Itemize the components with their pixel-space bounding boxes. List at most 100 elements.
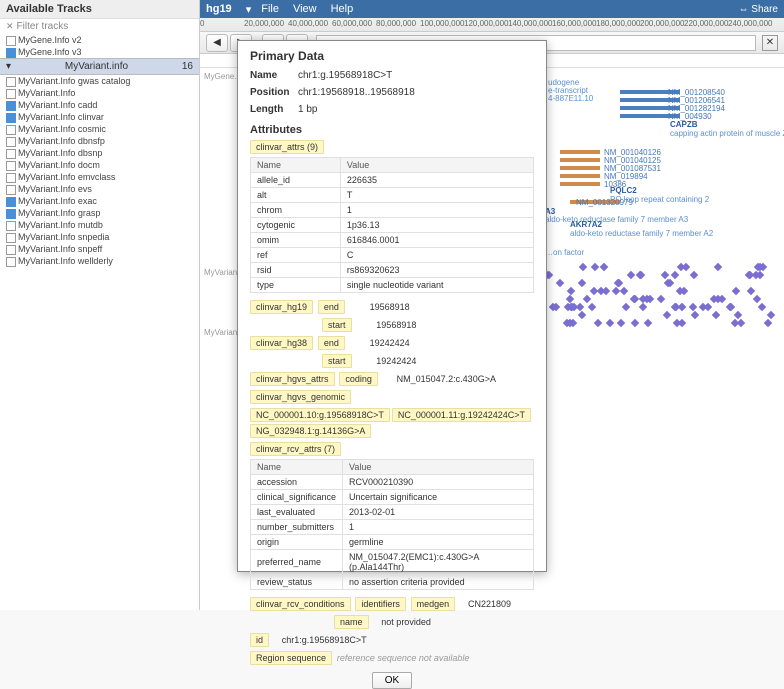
tag-identifiers[interactable]: identifiers — [355, 597, 406, 611]
variant-marker[interactable] — [593, 319, 601, 327]
ok-button[interactable]: OK — [372, 672, 412, 689]
tag-rcv-attrs[interactable]: clinvar_rcv_attrs (7) — [250, 442, 341, 456]
track-item[interactable]: MyVariant.Info clinvar — [0, 111, 199, 123]
variant-marker[interactable] — [756, 271, 764, 279]
variant-marker[interactable] — [605, 319, 613, 327]
track-item[interactable]: MyVariant.Info wellderly — [0, 255, 199, 267]
tag-name[interactable]: name — [334, 615, 369, 629]
tag-clinvar-attrs[interactable]: clinvar_attrs (9) — [250, 140, 324, 154]
close-icon[interactable]: ✕ — [762, 35, 778, 51]
section-header[interactable]: MyVariant.info16 — [0, 58, 199, 75]
variant-marker[interactable] — [758, 303, 766, 311]
track-item[interactable]: MyGene.Info v2 — [0, 34, 199, 46]
variant-marker[interactable] — [663, 311, 671, 319]
variant-marker[interactable] — [689, 303, 697, 311]
table-row: clinical_significanceUncertain significa… — [251, 490, 534, 505]
variant-marker[interactable] — [583, 295, 591, 303]
variant-marker[interactable] — [690, 271, 698, 279]
track-item[interactable]: MyVariant.Info emvclass — [0, 171, 199, 183]
track-item[interactable]: MyVariant.Info evs — [0, 183, 199, 195]
genome-ruler[interactable]: 020,000,00040,000,00060,000,00080,000,00… — [200, 18, 784, 32]
variant-marker[interactable] — [579, 263, 587, 271]
kv-key: Name — [250, 70, 298, 81]
tag-rcv-cond[interactable]: clinvar_rcv_conditions — [250, 597, 351, 611]
tag-medgen[interactable]: medgen — [411, 597, 456, 611]
variant-marker[interactable] — [671, 271, 679, 279]
variant-marker[interactable] — [577, 279, 585, 287]
variant-marker[interactable] — [644, 319, 652, 327]
tag-hgvs-item[interactable]: NC_000001.10:g.19568918C>T — [250, 408, 390, 422]
track-item[interactable]: MyVariant.Info cosmic — [0, 123, 199, 135]
tag-hg19[interactable]: clinvar_hg19 — [250, 300, 313, 314]
variant-marker[interactable] — [600, 263, 608, 271]
variant-marker[interactable] — [619, 287, 627, 295]
variant-marker[interactable] — [612, 287, 620, 295]
menu-help[interactable]: Help — [331, 3, 354, 15]
hg38-end: 19242424 — [370, 338, 410, 348]
variant-marker[interactable] — [734, 311, 742, 319]
menu-view[interactable]: View — [293, 3, 317, 15]
variant-marker[interactable] — [764, 319, 772, 327]
variant-marker[interactable] — [617, 319, 625, 327]
th-name: Name — [251, 460, 343, 475]
tag-coding[interactable]: coding — [339, 372, 378, 386]
track-item[interactable]: MyVariant.Info mutdb — [0, 219, 199, 231]
variant-marker[interactable] — [747, 287, 755, 295]
variant-marker[interactable] — [631, 319, 639, 327]
variant-marker[interactable] — [566, 287, 574, 295]
tag-id[interactable]: id — [250, 633, 269, 647]
table-row: last_evaluated2013-02-01 — [251, 505, 534, 520]
table-row: number_submitters1 — [251, 520, 534, 535]
attributes-title: Attributes — [250, 124, 534, 136]
track-item[interactable]: MyVariant.Info — [0, 87, 199, 99]
feature-dialog: Primary Data Namechr1:g.19568918C>TPosit… — [237, 40, 547, 572]
variant-marker[interactable] — [767, 311, 775, 319]
variant-marker[interactable] — [657, 295, 665, 303]
tag-hgvs-item[interactable]: NG_032948.1:g.14136G>A — [250, 424, 371, 438]
track-item[interactable]: MyVariant.Info snpeff — [0, 243, 199, 255]
tag-hgvs-genomic[interactable]: clinvar_hgvs_genomic — [250, 390, 351, 404]
nav-back[interactable]: ◀ — [206, 34, 228, 52]
variant-marker[interactable] — [737, 319, 745, 327]
table-row: preferred_nameNM_015047.2(EMC1):c.430G>A… — [251, 550, 534, 575]
tag-end[interactable]: end — [318, 300, 345, 314]
tag-start[interactable]: start — [322, 354, 352, 368]
menu-file[interactable]: File — [261, 3, 279, 15]
variant-marker[interactable] — [690, 311, 698, 319]
track-item[interactable]: MyVariant.Info gwas catalog — [0, 75, 199, 87]
kv-key: Position — [250, 87, 298, 98]
th-value: Value — [340, 158, 533, 173]
variant-marker[interactable] — [753, 295, 761, 303]
variant-marker[interactable] — [732, 287, 740, 295]
tag-hg38[interactable]: clinvar_hg38 — [250, 336, 313, 350]
track-item[interactable]: MyVariant.Info dbnsfp — [0, 135, 199, 147]
tag-end[interactable]: end — [318, 336, 345, 350]
variant-marker[interactable] — [714, 263, 722, 271]
tag-region[interactable]: Region sequence — [250, 651, 332, 665]
tag-hgvs-item[interactable]: NC_000001.11:g.19242424C>T — [392, 408, 531, 422]
filter-tracks[interactable]: Filter tracks — [0, 19, 199, 34]
tag-hgvs-attrs[interactable]: clinvar_hgvs_attrs — [250, 372, 335, 386]
variant-marker[interactable] — [639, 303, 647, 311]
genome-selector[interactable]: hg19 — [206, 3, 232, 15]
track-item[interactable]: MyVariant.Info dbsnp — [0, 147, 199, 159]
track-item[interactable]: MyVariant.Info docm — [0, 159, 199, 171]
track-item[interactable]: MyVariant.Info cadd — [0, 99, 199, 111]
variant-marker[interactable] — [712, 311, 720, 319]
variant-marker[interactable] — [556, 279, 564, 287]
variant-marker[interactable] — [627, 271, 635, 279]
table-row: omim616846.0001 — [251, 233, 534, 248]
table-row: refC — [251, 248, 534, 263]
tag-start[interactable]: start — [322, 318, 352, 332]
share-button[interactable]: ⇔ Share — [739, 4, 778, 15]
variant-marker[interactable] — [621, 303, 629, 311]
track-item[interactable]: MyGene.Info v3 — [0, 46, 199, 58]
track-item[interactable]: MyVariant.Info exac — [0, 195, 199, 207]
variant-marker[interactable] — [590, 263, 598, 271]
variant-marker[interactable] — [588, 303, 596, 311]
variant-marker[interactable] — [678, 319, 686, 327]
variant-marker[interactable] — [578, 311, 586, 319]
track-item[interactable]: MyVariant.Info snpedia — [0, 231, 199, 243]
hg38-start: 19242424 — [376, 356, 416, 366]
track-item[interactable]: MyVariant.Info grasp — [0, 207, 199, 219]
